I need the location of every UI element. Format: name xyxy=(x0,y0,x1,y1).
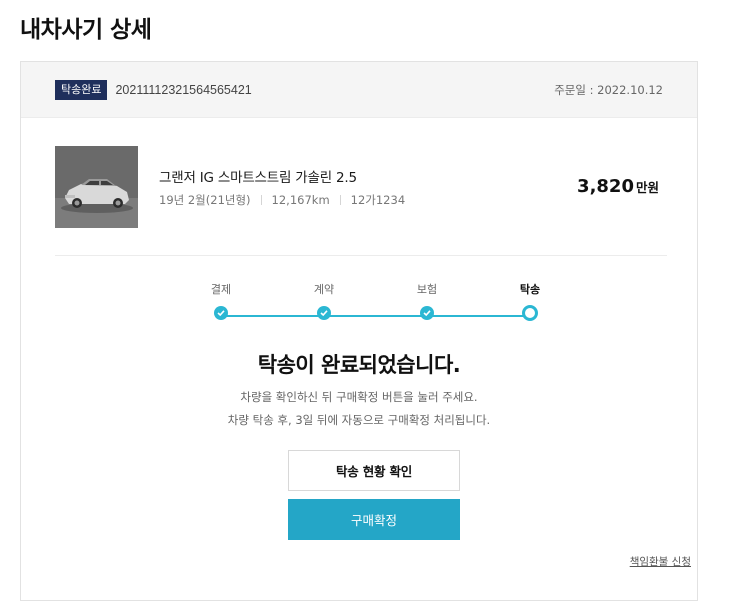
check-icon xyxy=(214,306,228,320)
status-headline: 탁송이 완료되었습니다. xyxy=(257,353,461,377)
check-icon xyxy=(317,306,331,320)
step-label: 계약 xyxy=(313,283,335,296)
step-delivery: 탁송 xyxy=(510,282,550,321)
section-divider xyxy=(55,255,667,256)
meta-divider xyxy=(260,195,262,205)
car-thumbnail xyxy=(55,146,138,228)
confirm-purchase-button[interactable]: 구매확정 xyxy=(288,499,460,540)
status-badge: 탁송완료 xyxy=(55,79,108,100)
check-icon xyxy=(420,306,434,320)
meta-divider xyxy=(339,195,341,205)
order-card: 탁송완료 20211112321564565421 주문일 : 2022.10.… xyxy=(20,61,698,601)
car-price: 3,820 만원 xyxy=(577,176,659,197)
track-delivery-button[interactable]: 탁송 현황 확인 xyxy=(288,450,460,491)
status-description-2: 차량 탁송 후, 3일 뒤에 자동으로 구매확정 처리됩니다. xyxy=(227,413,491,427)
step-label: 결제 xyxy=(210,283,232,296)
car-name: 그랜저 IG 스마트스트림 가솔린 2.5 xyxy=(159,170,357,186)
refund-request-link[interactable]: 책임환불 신청 xyxy=(630,554,691,569)
car-mileage: 12,167km xyxy=(271,193,330,207)
price-value: 3,820 xyxy=(577,176,634,197)
step-label: 보험 xyxy=(416,283,438,296)
step-insurance: 보험 xyxy=(407,282,447,320)
price-unit: 만원 xyxy=(635,180,659,195)
progress-steps: 결제 계약 보험 탁송 xyxy=(201,282,540,332)
page-title: 내차사기 상세 xyxy=(20,17,152,43)
car-year: 19년 2월(21년형) xyxy=(159,193,251,207)
car-plate: 12가1234 xyxy=(350,193,406,207)
car-meta: 19년 2월(21년형) 12,167km 12가1234 xyxy=(159,192,405,208)
step-label: 탁송 xyxy=(519,283,541,296)
current-step-icon xyxy=(522,305,538,321)
progress-line xyxy=(219,315,529,317)
status-description-1: 차량을 확인하신 뒤 구매확정 버튼을 눌러 주세요. xyxy=(240,390,478,404)
step-payment: 결제 xyxy=(201,282,241,320)
step-contract: 계약 xyxy=(304,282,344,320)
order-date: 주문일 : 2022.10.12 xyxy=(554,82,663,97)
product-summary: 그랜저 IG 스마트스트림 가솔린 2.5 19년 2월(21년형) 12,16… xyxy=(55,146,667,228)
order-number: 20211112321564565421 xyxy=(115,82,252,97)
order-header: 탁송완료 20211112321564565421 주문일 : 2022.10.… xyxy=(21,62,697,118)
